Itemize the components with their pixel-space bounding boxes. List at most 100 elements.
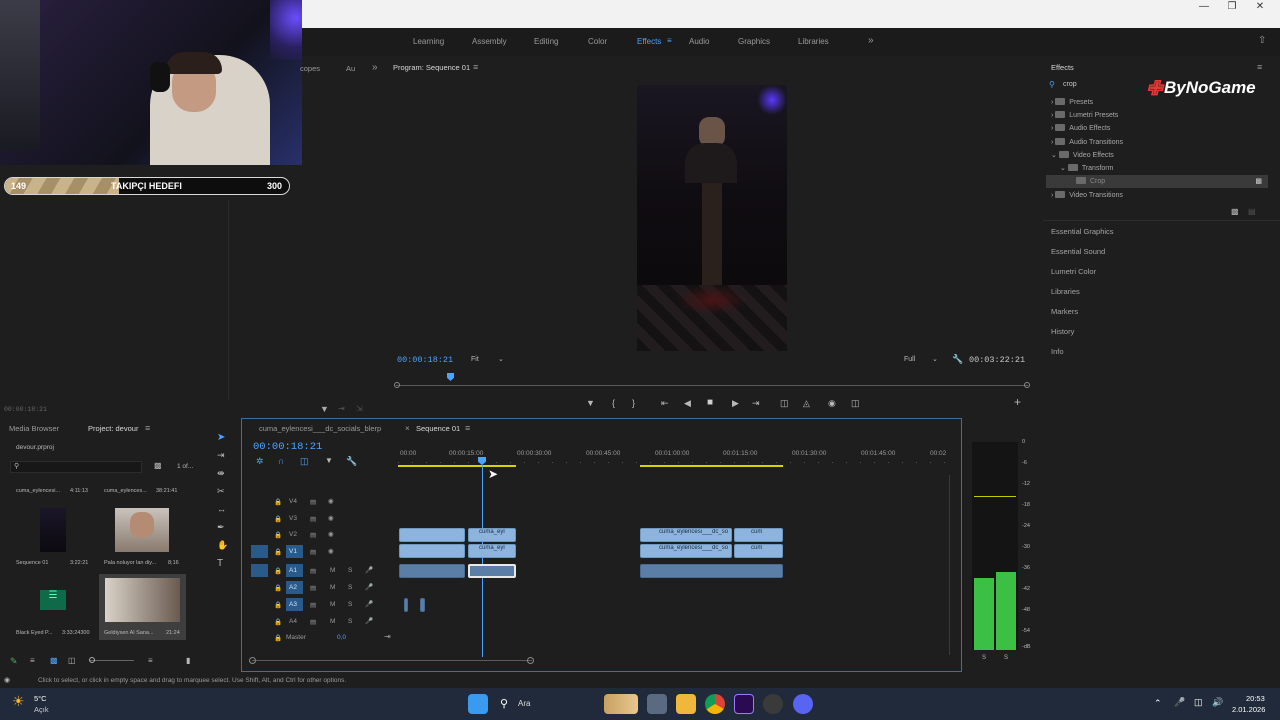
timeline-tab-sequence[interactable]: Sequence 01	[416, 424, 460, 433]
selection-tool-icon[interactable]: ➤	[217, 432, 225, 443]
pencil-icon[interactable]: ✎	[10, 656, 18, 667]
filter-icon[interactable]: ▼	[320, 404, 329, 414]
timeline-playhead-line[interactable]	[482, 465, 483, 657]
stop-icon[interactable]: ■	[707, 397, 713, 408]
insert-icon[interactable]: ⇥	[338, 404, 345, 413]
eye-icon[interactable]: ◉	[328, 497, 334, 505]
lock-icon[interactable]: 🔒	[274, 634, 282, 642]
project-search-input[interactable]: ⚲	[10, 461, 142, 473]
tab-audio-mixer[interactable]: Au	[346, 64, 355, 73]
list-view-icon[interactable]: ≡	[30, 656, 35, 665]
program-scrub-bar[interactable]	[396, 385, 1028, 386]
audio-waveform-icon[interactable]: ☰	[40, 590, 66, 610]
solo-button[interactable]: S	[348, 618, 352, 625]
network-icon[interactable]: ◫	[1194, 697, 1203, 708]
track-label-v4[interactable]: V4	[289, 498, 297, 505]
sync-lock-icon[interactable]: ▤	[310, 601, 316, 609]
minimize-button[interactable]: —	[1190, 0, 1218, 14]
workspace-tab-libraries[interactable]: Libraries	[798, 37, 829, 46]
meter-solo-right[interactable]: S	[1004, 655, 1008, 661]
project-menu-icon[interactable]: ≡	[145, 423, 150, 433]
workspace-tab-graphics[interactable]: Graphics	[738, 37, 770, 46]
nest-icon[interactable]: ✲	[256, 456, 264, 467]
voiceover-mic-icon[interactable]: 🎤	[365, 583, 373, 591]
step-back-icon[interactable]: ◀	[684, 398, 691, 409]
track-label-a4[interactable]: A4	[289, 618, 297, 625]
snap-icon[interactable]: ∩	[278, 456, 284, 466]
effects-menu-icon[interactable]: ≡	[1257, 62, 1262, 72]
file-explorer-icon[interactable]	[676, 694, 696, 714]
section-info[interactable]: Info	[1051, 347, 1064, 356]
scrub-out-handle[interactable]	[1024, 382, 1030, 388]
app-icon[interactable]	[763, 694, 783, 714]
resolution-select[interactable]: Full	[904, 356, 915, 363]
close-tab-icon[interactable]: ×	[405, 424, 410, 433]
track-label-a1[interactable]: A1	[289, 567, 297, 574]
start-icon[interactable]	[468, 694, 488, 714]
icon-view-icon[interactable]: ▩	[50, 656, 58, 665]
settings-wrench-icon[interactable]: 🔧	[952, 354, 963, 365]
timeline-tab-clip[interactable]: cuma_eylencesi___dc_socials_blerp	[259, 424, 381, 433]
eye-icon[interactable]: ◉	[328, 514, 334, 522]
sync-lock-icon[interactable]: ▤	[310, 584, 316, 592]
scroll-handle-right[interactable]	[527, 657, 534, 664]
zoom-select-chevron-icon[interactable]: ⌄	[498, 355, 504, 363]
new-bin-icon[interactable]: ▩	[154, 461, 162, 470]
solo-button[interactable]: S	[348, 584, 352, 591]
sync-lock-icon[interactable]: ▤	[310, 531, 316, 539]
voiceover-mic-icon[interactable]: 🎤	[365, 617, 373, 625]
effects-tree-item-transform[interactable]: ⌄ Transform	[1046, 162, 1268, 175]
premiere-pro-icon[interactable]	[734, 694, 754, 714]
go-to-out-icon[interactable]: ⇥	[752, 398, 760, 409]
eye-icon[interactable]: ◉	[328, 547, 334, 555]
discord-icon[interactable]	[793, 694, 813, 714]
close-button[interactable]: ✕	[1246, 0, 1274, 14]
source-patch-a1[interactable]	[251, 564, 268, 577]
effects-tree-item-lumetri-presets[interactable]: › Lumetri Presets	[1046, 109, 1268, 122]
new-bin-icon[interactable]: ▩	[1231, 207, 1239, 216]
track-label-a2[interactable]: A2	[289, 584, 297, 591]
sync-lock-icon[interactable]: ▤	[310, 618, 316, 626]
video-clip-v1[interactable]: cuma_eyl	[468, 544, 516, 558]
section-essential-sound[interactable]: Essential Sound	[1051, 247, 1105, 256]
track-label-v3[interactable]: V3	[289, 515, 297, 522]
tab-media-browser[interactable]: Media Browser	[9, 424, 59, 433]
sync-lock-icon[interactable]: ▤	[310, 548, 316, 556]
section-lumetri-color[interactable]: Lumetri Color	[1051, 267, 1096, 276]
resolution-select-chevron-icon[interactable]: ⌄	[932, 355, 938, 363]
tab-project[interactable]: Project: devour	[88, 424, 138, 433]
track-select-tool-icon[interactable]: ⇥	[217, 450, 225, 461]
scroll-handle-left[interactable]	[249, 657, 256, 664]
sync-lock-icon[interactable]: ▤	[310, 567, 316, 575]
mark-in-icon[interactable]: {	[612, 398, 615, 408]
effects-tree-item-video-effects[interactable]: ⌄ Video Effects	[1046, 149, 1268, 162]
taskbar-search[interactable]: Ara	[518, 699, 530, 708]
audio-clip-a1[interactable]	[399, 564, 465, 578]
sync-lock-icon[interactable]: ▤	[310, 498, 316, 506]
lock-icon[interactable]: 🔒	[274, 567, 282, 575]
video-clip-v2[interactable]: cuma_eylencesi___dc_so	[640, 528, 732, 542]
workspace-menu-icon[interactable]: ≡	[667, 36, 672, 45]
mute-button[interactable]: M	[330, 567, 335, 574]
lock-icon[interactable]: 🔒	[274, 618, 282, 626]
extract-icon[interactable]: ◬	[803, 398, 810, 409]
zoom-slider-handle[interactable]	[89, 657, 95, 663]
video-clip-v2[interactable]: cum	[734, 528, 783, 542]
button-editor-icon[interactable]: +	[1014, 395, 1021, 409]
hand-tool-icon[interactable]: ✋	[217, 540, 228, 551]
lift-icon[interactable]: ◫	[780, 398, 789, 409]
mute-button[interactable]: M	[330, 584, 335, 591]
video-clip-v1[interactable]: cuma_eylencesi___dc_so	[640, 544, 732, 558]
volume-icon[interactable]: 🔊	[1212, 697, 1223, 708]
effects-tree-item-audio-effects[interactable]: › Audio Effects	[1046, 122, 1268, 135]
eye-icon[interactable]: ◉	[328, 530, 334, 538]
task-view-icon[interactable]	[647, 694, 667, 714]
workspace-tab-assembly[interactable]: Assembly	[472, 37, 507, 46]
audio-clip-a3[interactable]	[420, 598, 425, 612]
more-panels-icon[interactable]: »	[372, 62, 378, 73]
weather-icon[interactable]: ☀	[12, 693, 25, 710]
effects-tree-item-audio-transitions[interactable]: › Audio Transitions	[1046, 136, 1268, 149]
video-clip-v2[interactable]: cuma_eyl	[468, 528, 516, 542]
section-markers[interactable]: Markers	[1051, 307, 1078, 316]
workspace-tab-learning[interactable]: Learning	[413, 37, 444, 46]
